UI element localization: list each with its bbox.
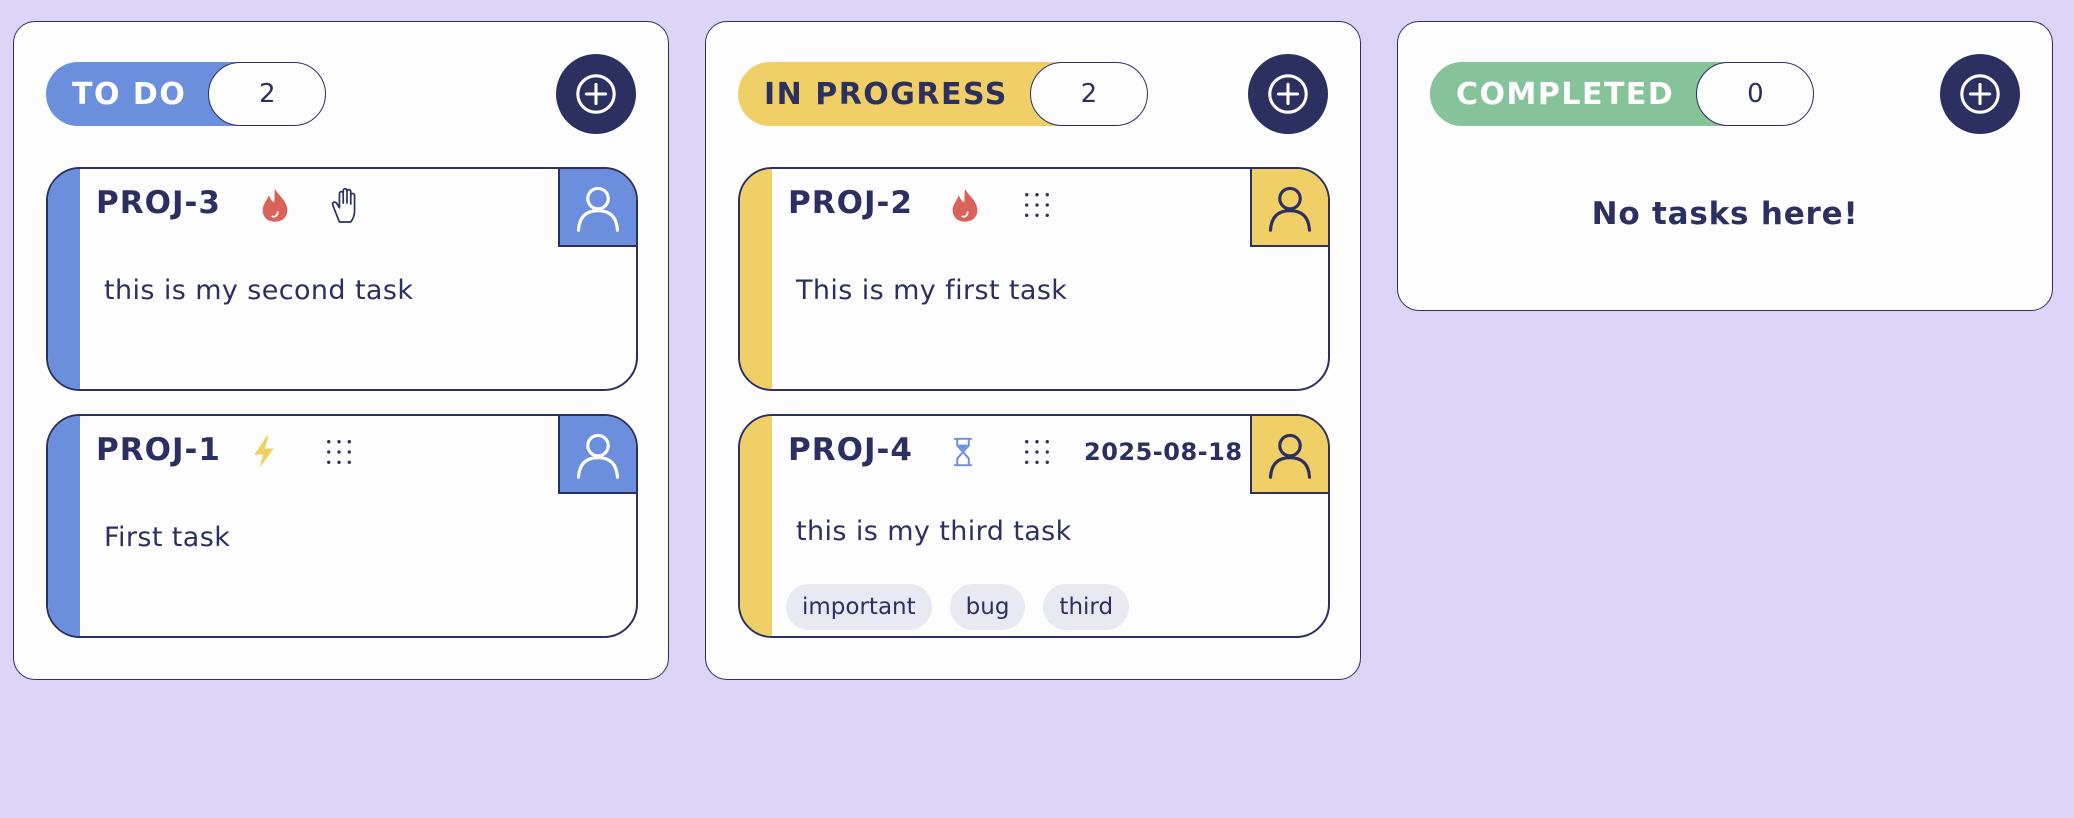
task-count-badge: 2 [208, 62, 327, 126]
drag-dots-icon[interactable] [1020, 187, 1054, 223]
task-card[interactable]: PROJ-1 First task [46, 414, 638, 638]
column-header: IN PROGRESS 2 [738, 62, 1148, 126]
plus-circle-icon [573, 71, 619, 117]
task-description: First task [104, 522, 231, 553]
plus-circle-icon [1265, 71, 1311, 117]
hourglass-icon [946, 432, 980, 472]
lightning-icon [247, 432, 281, 472]
task-id: PROJ-3 [96, 185, 221, 221]
card-status-stripe [740, 416, 772, 636]
task-description: this is my third task [796, 516, 1072, 547]
task-card[interactable]: PROJ-4 2025-08-18 this is my third task … [738, 414, 1330, 638]
tag-chip[interactable]: third [1043, 584, 1130, 630]
tag-list: important bug third [786, 584, 1130, 630]
card-status-stripe [48, 169, 80, 389]
user-icon [1264, 428, 1316, 480]
tag-chip[interactable]: important [786, 584, 932, 630]
drag-dots-icon[interactable] [1020, 434, 1054, 470]
assignee-avatar[interactable] [1250, 169, 1328, 247]
task-card[interactable]: PROJ-2 This is my first task [738, 167, 1330, 391]
add-task-button[interactable] [556, 54, 636, 134]
grab-hand-icon[interactable] [330, 187, 364, 223]
column-header: TO DO 2 [46, 62, 327, 126]
column-header: COMPLETED 0 [1430, 62, 1815, 126]
plus-circle-icon [1957, 71, 2003, 117]
user-icon [572, 428, 624, 480]
drag-dots-icon[interactable] [322, 434, 356, 470]
task-id: PROJ-2 [788, 185, 913, 221]
task-id: PROJ-4 [788, 432, 913, 468]
assignee-avatar[interactable] [558, 169, 636, 247]
empty-state-message: No tasks here! [1591, 196, 1859, 232]
due-date: 2025-08-18 [1084, 438, 1243, 466]
task-card[interactable]: PROJ-3 this is my second task [46, 167, 638, 391]
assignee-avatar[interactable] [558, 416, 636, 494]
fire-icon [948, 185, 982, 225]
task-count-badge: 2 [1029, 62, 1148, 126]
user-icon [1264, 181, 1316, 233]
assignee-avatar[interactable] [1250, 416, 1328, 494]
user-icon [572, 181, 624, 233]
task-id: PROJ-1 [96, 432, 221, 468]
add-task-button[interactable] [1940, 54, 2020, 134]
fire-icon [258, 185, 292, 225]
tag-chip[interactable]: bug [949, 584, 1026, 630]
column-in-progress: IN PROGRESS 2 PROJ-2 This is my first ta… [705, 21, 1361, 680]
column-todo: TO DO 2 PROJ-3 this is my second task PR… [13, 21, 669, 680]
task-description: This is my first task [796, 275, 1068, 306]
task-count-badge: 0 [1696, 62, 1815, 126]
column-completed: COMPLETED 0 No tasks here! [1397, 21, 2053, 311]
card-status-stripe [48, 416, 80, 636]
card-status-stripe [740, 169, 772, 389]
add-task-button[interactable] [1248, 54, 1328, 134]
column-title: IN PROGRESS [738, 62, 1078, 126]
task-description: this is my second task [104, 275, 414, 306]
